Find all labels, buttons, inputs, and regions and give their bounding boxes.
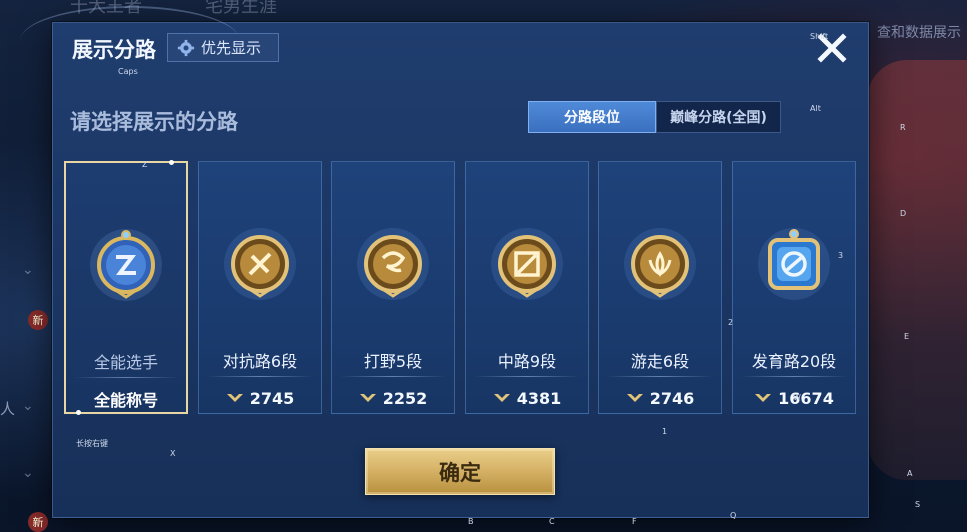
- card-points: 2252: [382, 388, 428, 408]
- dialog-subtitle: 请选择展示的分路: [70, 110, 238, 134]
- key-hint-alt: Alt: [810, 104, 821, 113]
- card-divider: [207, 376, 313, 377]
- jungle-emblem-icon: [357, 228, 429, 300]
- key-hint-long-press: 长按右键: [76, 439, 108, 448]
- clash-lane-emblem-icon: [224, 228, 296, 300]
- lane-card-roam[interactable]: 游走6段 2746: [598, 161, 722, 414]
- rank-points-icon: [755, 394, 772, 402]
- card-points: 2745: [249, 388, 295, 408]
- bg-right-text: 查和数据展示: [877, 25, 961, 41]
- lane-card-farm[interactable]: 发育路20段 16674: [732, 161, 856, 414]
- card-points: 4381: [516, 388, 562, 408]
- bg-tab-2: 宅男生涯: [205, 0, 277, 17]
- key-hint-shift: Shift: [810, 32, 829, 41]
- card-divider: [340, 376, 446, 377]
- key-hint-caps: Caps: [118, 67, 138, 76]
- key-hint-x: X: [170, 449, 176, 458]
- tab-lane-rank[interactable]: 分路段位: [528, 101, 656, 133]
- key-hint-s: S: [915, 500, 921, 509]
- farm-lane-emblem-icon: [758, 228, 830, 300]
- card-name: 全能选手: [93, 353, 158, 372]
- card-divider: [74, 377, 178, 378]
- new-badge: 新: [28, 310, 48, 330]
- key-hint-c: C: [549, 517, 555, 526]
- tab-peak-lane-national[interactable]: 巅峰分路(全国): [656, 101, 781, 133]
- chevron-down-icon: ⌄: [22, 465, 34, 481]
- lane-card-mid[interactable]: 中路9段 4381: [465, 161, 589, 414]
- card-divider: [474, 376, 580, 377]
- dialog-title: 展示分路: [72, 38, 156, 62]
- new-badge: 新: [28, 512, 48, 532]
- rank-points-icon: [626, 394, 643, 402]
- rank-points-icon: [226, 394, 243, 402]
- card-title-label: 全能称号: [93, 391, 158, 410]
- key-hint-2: 2: [728, 318, 734, 327]
- chevron-down-icon: ⌄: [22, 398, 34, 414]
- selection-corner-dot: [169, 160, 174, 165]
- rank-points-icon: [493, 394, 510, 402]
- key-hint-e: E: [904, 332, 910, 341]
- card-points: 16674: [778, 388, 834, 408]
- key-hint-f: F: [632, 517, 637, 526]
- key-hint-z: Z: [142, 160, 148, 169]
- lane-card-allround[interactable]: 全能选手 全能称号: [64, 160, 188, 415]
- mid-lane-emblem-icon: [491, 228, 563, 300]
- key-hint-3: 3: [838, 251, 844, 260]
- rank-points-icon: [359, 394, 376, 402]
- key-hint-1: 1: [662, 427, 668, 436]
- key-hint-a: A: [907, 469, 913, 478]
- card-points: 2746: [649, 388, 695, 408]
- key-hint-w: W: [793, 393, 801, 402]
- hero-figure: [867, 60, 967, 480]
- key-hint-b: B: [468, 517, 474, 526]
- card-name: 中路9段: [497, 352, 557, 371]
- priority-display-button[interactable]: 优先显示: [167, 33, 279, 62]
- chevron-down-icon: ⌄: [22, 262, 34, 278]
- side-label: 人: [0, 400, 16, 418]
- lane-card-jungle[interactable]: 打野5段 2252: [331, 161, 455, 414]
- confirm-button[interactable]: 确定: [365, 448, 555, 495]
- card-divider: [741, 376, 847, 377]
- key-hint-d: D: [900, 209, 907, 218]
- lane-card-clash[interactable]: 对抗路6段 2745: [198, 161, 322, 414]
- key-hint-q: Q: [730, 511, 737, 520]
- roam-emblem-icon: [624, 228, 696, 300]
- key-hint-r: R: [900, 123, 906, 132]
- priority-display-label: 优先显示: [201, 39, 262, 57]
- card-name: 打野5段: [363, 352, 423, 371]
- card-divider: [607, 376, 713, 377]
- allround-emblem-icon: [90, 229, 162, 301]
- gear-icon: [177, 39, 195, 56]
- card-name: 游走6段: [630, 352, 690, 371]
- card-name: 发育路20段: [751, 352, 837, 371]
- card-name: 对抗路6段: [222, 352, 298, 371]
